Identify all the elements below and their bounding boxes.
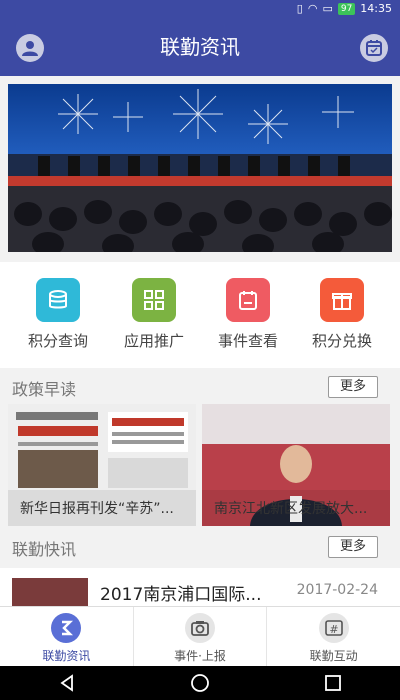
news-thumbnail [12,578,88,606]
news-more-button[interactable]: 更多 [328,536,378,558]
action-event-view[interactable]: 事件查看 [198,278,298,351]
policy-card[interactable]: 新华日报再刊发“辛苏”... [8,404,196,526]
recents-icon[interactable] [323,673,343,693]
action-label: 积分查询 [27,332,88,350]
banner-image [8,84,392,252]
tab-interaction[interactable]: # 联勤互动 [267,607,400,666]
camera-icon [185,613,215,643]
quick-actions: 积分查询 应用推广 事件查看 积分兑换 [0,262,400,368]
action-app-promotion[interactable]: 应用推广 [104,278,204,351]
section-title: 政策早读 [12,380,77,399]
app-header: 联勤资讯 [0,18,400,76]
calendar-button[interactable] [360,34,388,62]
news-list-item[interactable]: 2017南京浦口国际... 2017-02-24 [0,568,400,606]
hashtag-icon: # [318,613,349,643]
bottom-tab-bar: 联勤资讯 事件·上报 # 联勤互动 [0,606,400,666]
status-bar: ▯ ◠ ▭ 97 14:35 [0,0,400,18]
tab-label: 联勤资讯 [42,649,91,663]
database-icon [36,278,80,322]
system-nav-bar [0,666,400,700]
sim-icon: ▭ [322,2,333,15]
tab-label: 事件·上报 [174,649,226,663]
policy-more-button[interactable]: 更多 [328,376,378,398]
policy-card[interactable]: 南京江北新区发展放大... [202,404,390,526]
svg-text:#: # [329,623,338,636]
calendar-check-icon [226,278,270,322]
back-icon[interactable] [57,673,77,693]
home-icon[interactable] [190,673,210,693]
page-title: 联勤资讯 [160,35,240,59]
tab-report[interactable]: 事件·上报 [134,607,268,666]
calendar-icon [366,40,382,56]
status-time: 14:35 [360,2,392,15]
banner-carousel[interactable] [8,84,392,252]
action-points-query[interactable]: 积分查询 [8,278,108,351]
tab-news[interactable]: 联勤资讯 [0,607,134,666]
card-caption: 南京江北新区发展放大... [202,490,390,526]
vibrate-icon: ▯ [296,2,303,15]
card-caption: 新华日报再刊发“辛苏”... [8,490,196,526]
tab-label: 联勤互动 [309,649,358,663]
wifi-icon: ◠ [307,2,318,15]
policy-section-header: 政策早读 更多 [0,370,400,402]
action-label: 积分兑换 [311,332,372,350]
grid-icon [132,278,176,322]
action-label: 事件查看 [217,332,278,350]
news-section-header: 联勤快讯 更多 [0,530,400,562]
section-title: 联勤快讯 [12,540,77,559]
action-points-exchange[interactable]: 积分兑换 [292,278,392,351]
action-label: 应用推广 [123,332,184,350]
news-icon [51,613,82,643]
battery-level: 97 [337,3,356,15]
gift-icon [320,278,364,322]
status-indicators: ▯ ◠ ▭ 97 14:35 [297,2,392,16]
news-title: 2017南京浦口国际... [100,585,262,605]
news-date: 2017-02-24 [296,582,378,598]
